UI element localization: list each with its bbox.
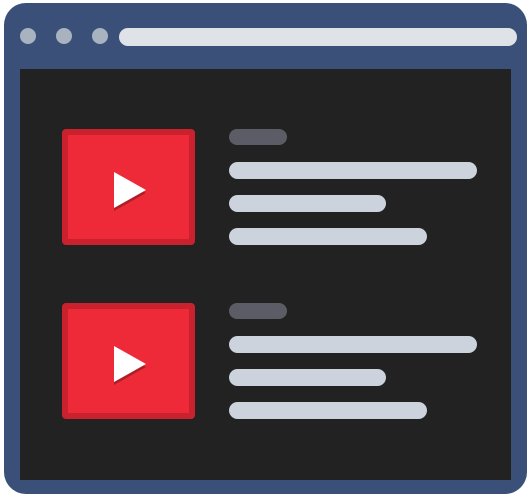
video-meta-placeholder [229,369,386,386]
video-title-placeholder [229,162,477,179]
address-bar[interactable] [119,28,517,46]
video-description-placeholder [229,228,427,245]
close-dot-icon[interactable] [20,28,36,44]
play-icon [114,172,146,208]
minimize-dot-icon[interactable] [56,28,72,44]
browser-window [4,3,527,494]
video-tag-placeholder [229,303,287,319]
window-controls [20,28,108,44]
video-list-item[interactable] [62,303,492,419]
maximize-dot-icon[interactable] [92,28,108,44]
video-list-item[interactable] [62,129,492,245]
video-meta-placeholder [229,195,386,212]
video-list-screen [20,69,511,480]
video-title-placeholder [229,336,477,353]
video-tag-placeholder [229,129,287,145]
play-icon [114,346,146,382]
video-thumbnail[interactable] [62,129,195,245]
video-description-placeholder [229,402,427,419]
video-thumbnail[interactable] [62,303,195,419]
